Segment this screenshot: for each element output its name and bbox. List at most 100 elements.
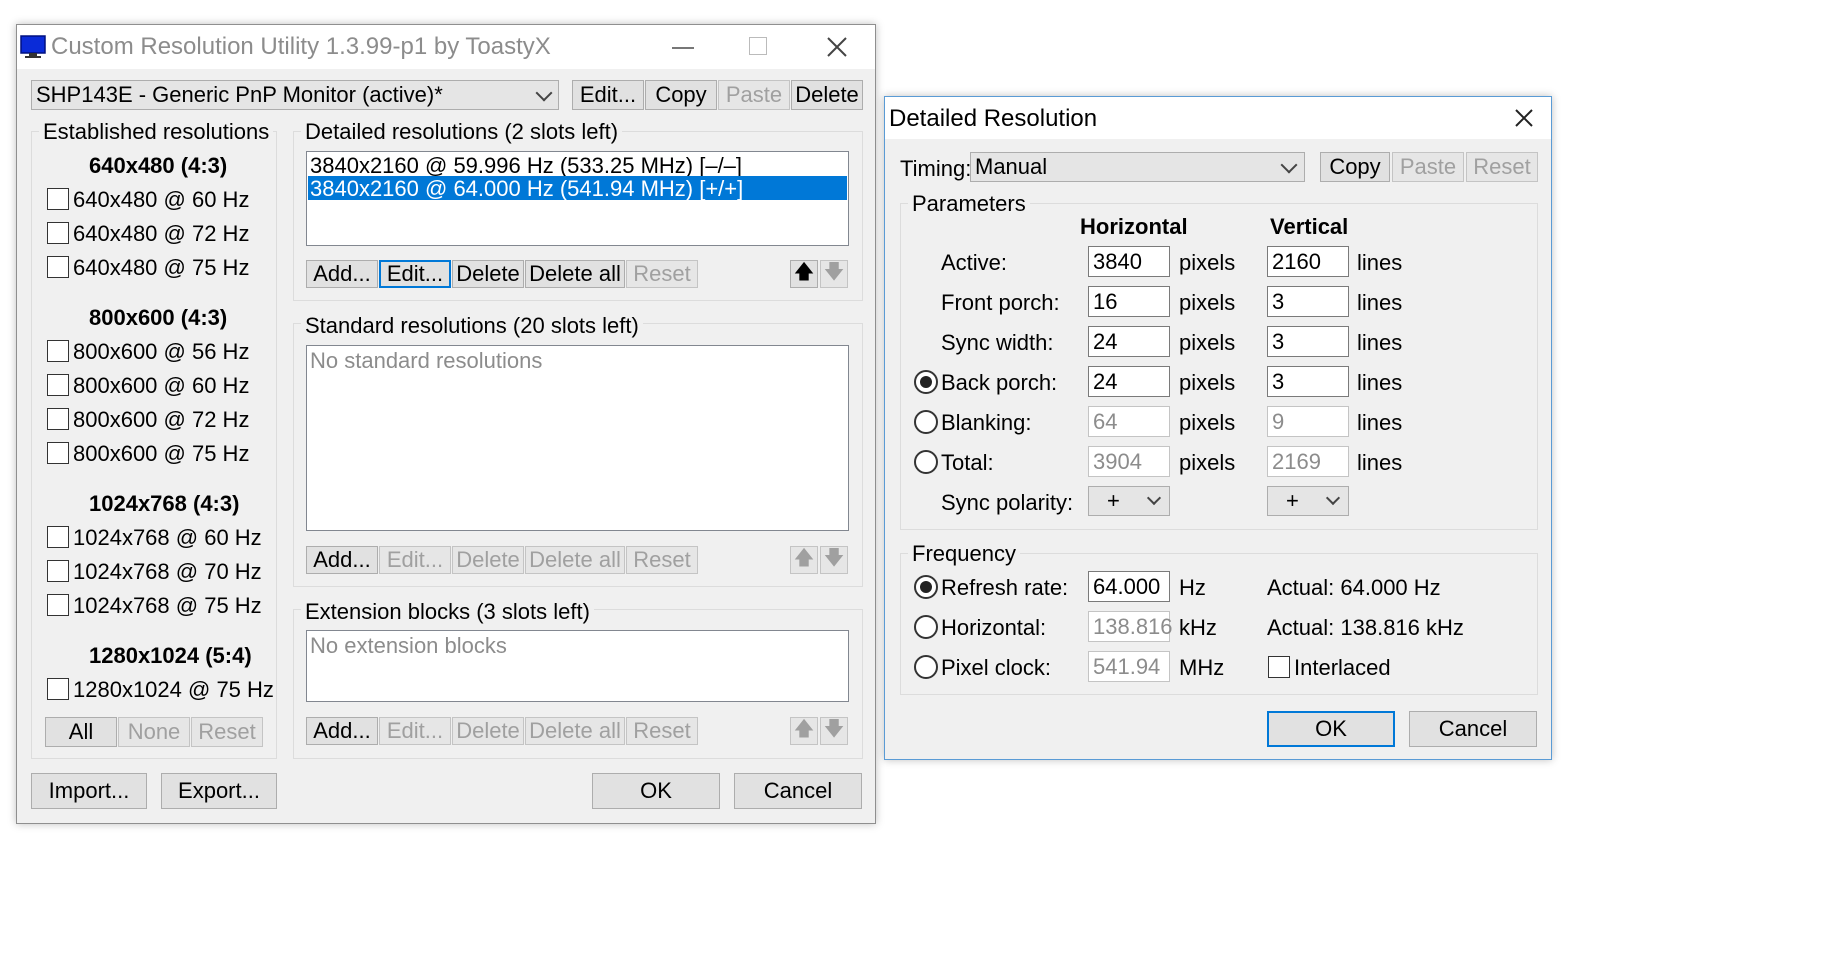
total-radio[interactable]	[914, 450, 938, 474]
checkbox-1280x1024-75[interactable]	[47, 678, 69, 700]
front-porch-h-input[interactable]: 16	[1088, 286, 1170, 317]
unit-label: lines	[1357, 290, 1403, 315]
standard-delete-button[interactable]: Delete	[452, 546, 524, 574]
checkbox-800x600-56[interactable]	[47, 340, 69, 362]
list-item-selected[interactable]: 3840x2160 @ 64.000 Hz (541.94 MHz) [+/+]	[308, 176, 847, 201]
dialog-close-icon[interactable]	[1514, 108, 1534, 128]
checkbox-label: 800x600 @ 75 Hz	[73, 441, 250, 466]
timing-select[interactable]: Manual	[970, 152, 1305, 182]
monitor-edit-button[interactable]: Edit...	[572, 80, 644, 110]
front-porch-label: Front porch:	[941, 290, 1060, 315]
standard-list[interactable]: No standard resolutions	[306, 345, 849, 531]
checkbox-640x480-75[interactable]	[47, 256, 69, 278]
dialog-cancel-button[interactable]: Cancel	[1409, 711, 1537, 747]
standard-add-button[interactable]: Add...	[306, 546, 378, 574]
extension-title: Extension blocks (3 slots left)	[301, 599, 594, 625]
dialog-ok-button[interactable]: OK	[1267, 711, 1395, 747]
move-up-button[interactable]: 🡅	[790, 260, 818, 288]
back-porch-v-input[interactable]: 3	[1267, 366, 1349, 397]
detailed-list[interactable]: 3840x2160 @ 59.996 Hz (533.25 MHz) [–/–]…	[306, 151, 849, 246]
none-button[interactable]: None	[118, 717, 190, 747]
main-cancel-button[interactable]: Cancel	[734, 773, 862, 809]
sync-polarity-h-select[interactable]: +	[1088, 486, 1170, 516]
extension-delete-button[interactable]: Delete	[452, 717, 524, 745]
horizontal-freq-input[interactable]: 138.816	[1088, 611, 1173, 642]
unit-label: lines	[1357, 410, 1403, 435]
extension-edit-button[interactable]: Edit...	[379, 717, 451, 745]
front-porch-v-input[interactable]: 3	[1267, 286, 1349, 317]
established-reset-button[interactable]: Reset	[191, 717, 263, 747]
standard-move-down-button[interactable]: 🡇	[820, 546, 848, 574]
sync-width-h-input[interactable]: 24	[1088, 326, 1170, 357]
unit-label: pixels	[1179, 450, 1236, 475]
blanking-v-input[interactable]: 9	[1267, 406, 1349, 437]
unit-label: pixels	[1179, 410, 1236, 435]
refresh-rate-input[interactable]: 64.000	[1088, 571, 1170, 602]
vertical-header: Vertical	[1270, 214, 1349, 239]
back-porch-h-input[interactable]: 24	[1088, 366, 1170, 397]
dialog-copy-button[interactable]: Copy	[1320, 152, 1390, 182]
checkbox-1024x768-60[interactable]	[47, 526, 69, 548]
blanking-radio[interactable]	[914, 410, 938, 434]
close-icon[interactable]	[826, 36, 848, 58]
checkbox-800x600-75[interactable]	[47, 442, 69, 464]
main-title: Custom Resolution Utility 1.3.99-p1 by T…	[51, 33, 551, 60]
back-porch-radio[interactable]	[914, 370, 938, 394]
dialog-reset-button[interactable]: Reset	[1466, 152, 1538, 182]
dialog-title: Detailed Resolution	[889, 105, 1098, 132]
monitor-app-icon	[20, 35, 46, 58]
standard-move-up-button[interactable]: 🡅	[790, 546, 818, 574]
parameters-title: Parameters	[908, 191, 1030, 217]
extension-move-down-button[interactable]: 🡇	[820, 717, 848, 745]
list-item[interactable]: 3840x2160 @ 59.996 Hz (533.25 MHz) [–/–]	[308, 153, 847, 178]
checkbox-640x480-72[interactable]	[47, 222, 69, 244]
import-button[interactable]: Import...	[31, 773, 147, 809]
standard-delete-all-button[interactable]: Delete all	[525, 546, 625, 574]
extension-delete-all-button[interactable]: Delete all	[525, 717, 625, 745]
minimize-icon[interactable]	[672, 47, 694, 49]
blanking-h-input[interactable]: 64	[1088, 406, 1170, 437]
detailed-add-button[interactable]: Add...	[306, 260, 378, 288]
active-h-input[interactable]: 3840	[1088, 246, 1170, 277]
extension-list[interactable]: No extension blocks	[306, 630, 849, 702]
detailed-delete-all-button[interactable]: Delete all	[525, 260, 625, 288]
active-v-input[interactable]: 2160	[1267, 246, 1349, 277]
checkbox-800x600-60[interactable]	[47, 374, 69, 396]
monitor-delete-button[interactable]: Delete	[791, 80, 863, 110]
interlaced-label: Interlaced	[1294, 655, 1391, 680]
standard-reset-button[interactable]: Reset	[626, 546, 698, 574]
checkbox-1024x768-70[interactable]	[47, 560, 69, 582]
pixel-clock-label: Pixel clock:	[941, 655, 1052, 680]
pixel-clock-input[interactable]: 541.94	[1088, 651, 1170, 682]
extension-empty-text: No extension blocks	[310, 633, 507, 658]
standard-edit-button[interactable]: Edit...	[379, 546, 451, 574]
dialog-paste-button[interactable]: Paste	[1392, 152, 1464, 182]
checkbox-800x600-72[interactable]	[47, 408, 69, 430]
detailed-edit-button[interactable]: Edit...	[379, 260, 451, 288]
detailed-reset-button[interactable]: Reset	[626, 260, 698, 288]
move-down-button[interactable]: 🡇	[820, 260, 848, 288]
detailed-delete-button[interactable]: Delete	[452, 260, 524, 288]
extension-move-up-button[interactable]: 🡅	[790, 717, 818, 745]
checkbox-640x480-60[interactable]	[47, 188, 69, 210]
checkbox-1024x768-75[interactable]	[47, 594, 69, 616]
all-button[interactable]: All	[45, 717, 117, 747]
monitor-paste-button[interactable]: Paste	[718, 80, 790, 110]
arrow-down-icon: 🡇	[823, 547, 845, 569]
monitor-select[interactable]: SHP143E - Generic PnP Monitor (active)*	[31, 80, 559, 110]
extension-reset-button[interactable]: Reset	[626, 717, 698, 745]
monitor-copy-button[interactable]: Copy	[645, 80, 717, 110]
interlaced-checkbox[interactable]	[1268, 656, 1290, 678]
main-ok-button[interactable]: OK	[592, 773, 720, 809]
maximize-icon[interactable]	[749, 37, 767, 55]
export-button[interactable]: Export...	[161, 773, 277, 809]
arrow-up-icon: 🡅	[793, 261, 815, 283]
sync-width-v-input[interactable]: 3	[1267, 326, 1349, 357]
refresh-rate-radio[interactable]	[914, 575, 938, 599]
extension-add-button[interactable]: Add...	[306, 717, 378, 745]
total-v-input[interactable]: 2169	[1267, 446, 1349, 477]
horizontal-freq-radio[interactable]	[914, 615, 938, 639]
total-h-input[interactable]: 3904	[1088, 446, 1170, 477]
sync-polarity-v-select[interactable]: +	[1267, 486, 1349, 516]
pixel-clock-radio[interactable]	[914, 655, 938, 679]
